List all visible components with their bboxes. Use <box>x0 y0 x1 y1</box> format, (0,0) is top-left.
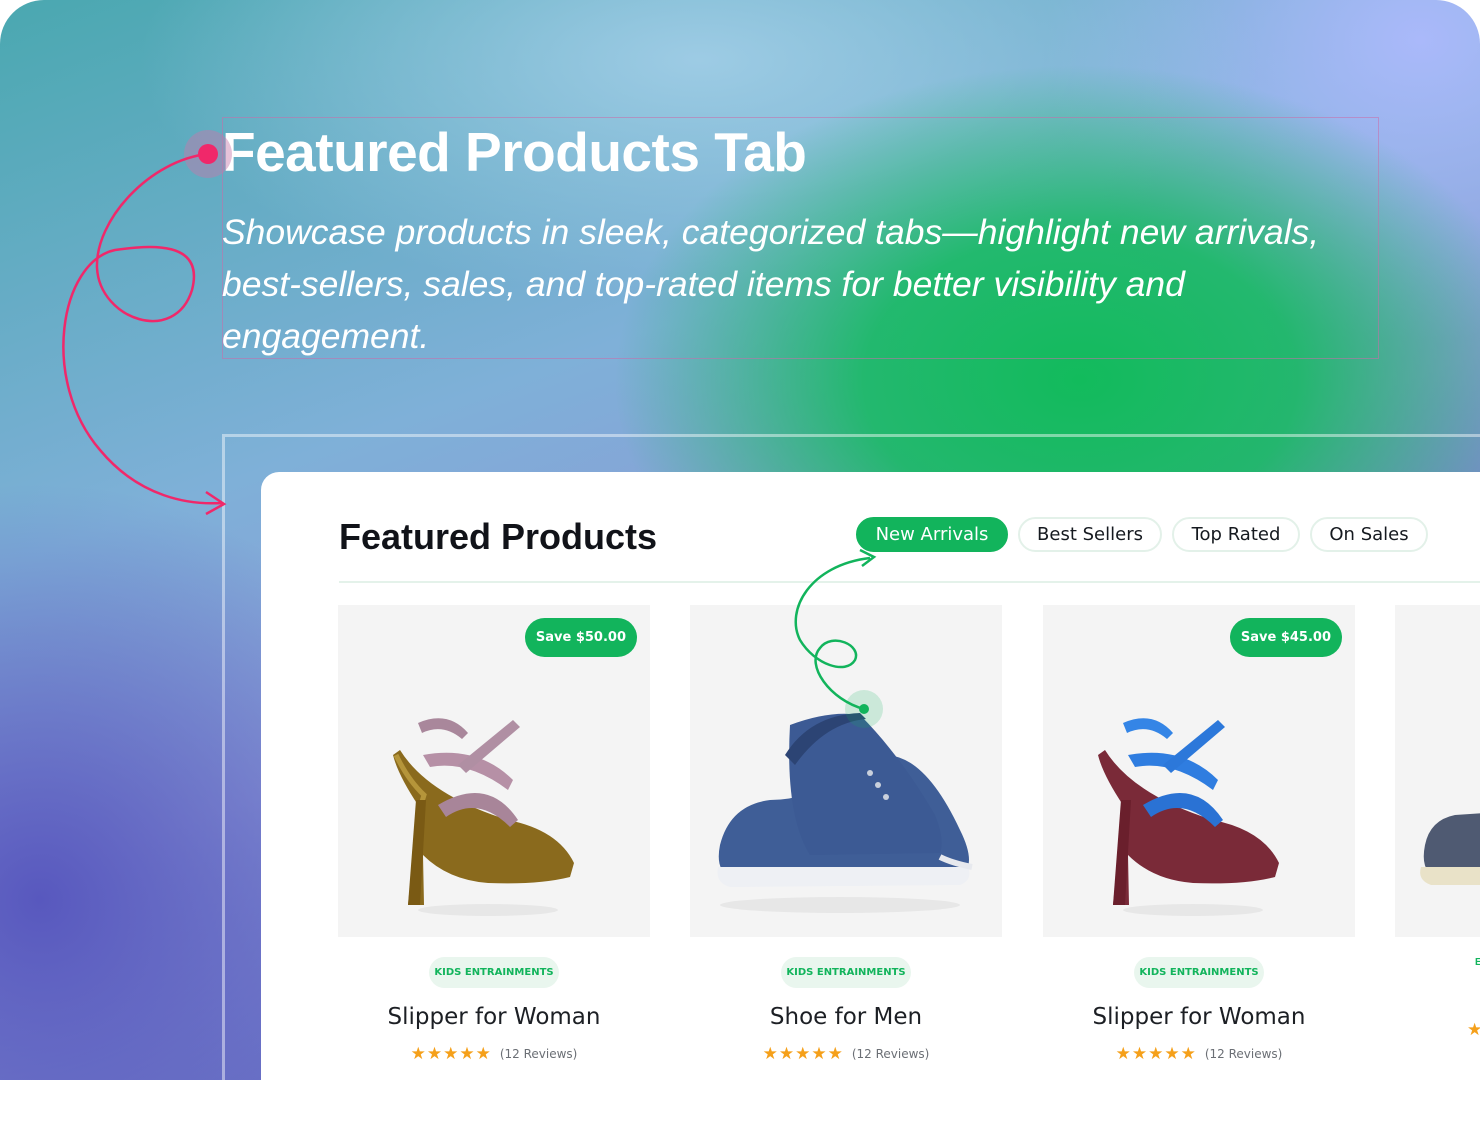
hero-title: Featured Products Tab <box>222 121 807 183</box>
hero-description: Showcase products in sleek, categorized … <box>222 212 1320 356</box>
category-chip[interactable]: KIDS ENTRAINMENTS <box>1134 957 1264 988</box>
panel-title: Featured Products <box>339 516 658 557</box>
rating: ★★★★★ (12 Reviews) <box>690 1044 1002 1064</box>
rating: ★★★★★ (12 Reviews) <box>338 1044 650 1064</box>
category-chip[interactable]: E <box>1475 957 1480 968</box>
product-card[interactable]: Save $45.00 KIDS ENTRAINMENTS Slipper fo… <box>1043 605 1355 1064</box>
tab-on-sales[interactable]: On Sales <box>1310 517 1428 552</box>
tab-top-rated[interactable]: Top Rated <box>1172 517 1300 552</box>
featured-products-panel: Featured Products New Arrivals Best Sell… <box>261 472 1480 1112</box>
sneaker-icon <box>1420 813 1480 885</box>
review-count[interactable]: (12 Reviews) <box>500 1047 578 1061</box>
rating: ★★★★★ (12 Reviews) <box>1043 1044 1355 1064</box>
product-name[interactable]: Slipper for Woman <box>338 1004 650 1030</box>
header-divider <box>339 581 1480 583</box>
product-card-partial[interactable]: E ★ <box>1395 605 1480 1040</box>
sneaker-icon <box>717 713 973 913</box>
tab-best-sellers[interactable]: Best Sellers <box>1018 517 1162 552</box>
category-chip[interactable]: KIDS ENTRAINMENTS <box>429 957 559 988</box>
star-rating-icon: ★★★★★ <box>410 1044 492 1063</box>
product-image[interactable] <box>1395 605 1480 937</box>
tab-new-arrivals[interactable]: New Arrivals <box>856 517 1008 552</box>
review-count[interactable]: (12 Reviews) <box>852 1047 930 1061</box>
save-badge: Save $45.00 <box>1229 618 1342 657</box>
product-card[interactable]: Save $50.00 KIDS ENTRAINMENTS Slipper fo… <box>338 605 650 1064</box>
product-name[interactable]: Shoe for Men <box>690 1004 1002 1030</box>
product-image[interactable] <box>690 605 1002 937</box>
star-rating-icon: ★★★★★ <box>762 1044 844 1063</box>
product-name[interactable]: Slipper for Woman <box>1043 1004 1355 1030</box>
star-rating-icon: ★★★★★ <box>1115 1044 1197 1063</box>
star-rating-icon: ★ <box>1467 1020 1480 1039</box>
product-image[interactable]: Save $45.00 <box>1043 605 1355 937</box>
product-image[interactable]: Save $50.00 <box>338 605 650 937</box>
review-count[interactable]: (12 Reviews) <box>1205 1047 1283 1061</box>
category-chip[interactable]: KIDS ENTRAINMENTS <box>781 957 911 988</box>
product-card[interactable]: KIDS ENTRAINMENTS Shoe for Men ★★★★★ (12… <box>690 605 1002 1064</box>
save-badge: Save $50.00 <box>524 618 637 657</box>
